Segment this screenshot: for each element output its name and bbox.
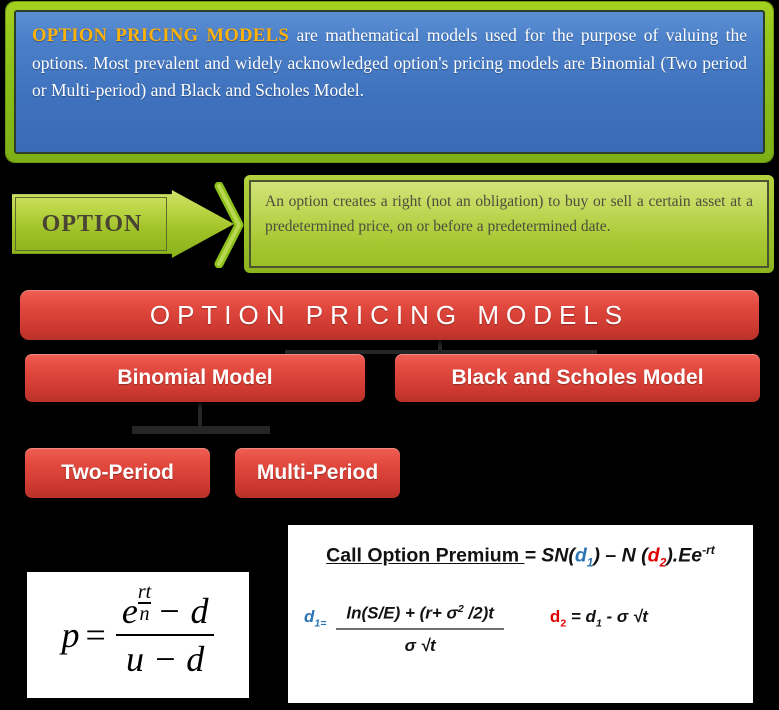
d1-d2-definitions-row: d1= ln(S/E) + (r+ σ2 /2)t σ √t d2 = d1 -… (304, 603, 737, 656)
premium-sn-term: SN( (541, 544, 575, 567)
option-arrow-shape: OPTION (12, 190, 234, 258)
d2-expression-tail: - σ √t (601, 607, 648, 627)
d1-fraction: ln(S/E) + (r+ σ2 /2)t σ √t (336, 603, 504, 656)
formula-equals-sign: = (85, 615, 106, 655)
call-option-premium-label: Call Option Premium (326, 544, 525, 567)
d2-label: d (549, 607, 561, 627)
d1-numerator-main: ln(S/E) + (r+ σ (346, 604, 458, 624)
connector-level2-horizontal (132, 426, 270, 434)
d1-numerator: ln(S/E) + (r+ σ2 /2)t (336, 603, 504, 628)
premium-d1-symbol: d (574, 544, 587, 567)
intro-paragraph: OPTION PRICING MODELS are mathematical m… (32, 22, 747, 104)
binomial-formula-panel: p = e rt n − d u − d (27, 572, 249, 698)
d1-numerator-tail: /2)t (463, 604, 494, 624)
premium-middle-term: ) – N ( (593, 544, 648, 567)
formula-minus-d: − d (157, 591, 209, 631)
connector-binomial-stem (198, 402, 202, 428)
intro-banner-frame: OPTION PRICING MODELS are mathematical m… (6, 2, 773, 162)
option-definition-row: OPTION An option creates a right (not an… (0, 170, 779, 280)
d1-label-group: d1= (304, 603, 326, 629)
premium-equals: = (524, 544, 542, 567)
binomial-formula: p = e rt n − d u − d (61, 582, 215, 680)
formula-e-symbol: e (121, 591, 138, 631)
option-callout-text: An option creates a right (not an obliga… (265, 193, 753, 235)
exponent-numerator: rt (137, 581, 152, 603)
node-two-period[interactable]: Two-Period (25, 448, 210, 498)
intro-banner-body: OPTION PRICING MODELS are mathematical m… (14, 10, 765, 154)
node-option-pricing-models[interactable]: OPTION PRICING MODELS (20, 290, 759, 340)
chevron-right-icon (213, 182, 245, 268)
option-callout-frame: An option creates a right (not an obliga… (244, 175, 774, 273)
d2-expression: = d (566, 607, 596, 627)
premium-d1-subscript: 1 (586, 555, 594, 570)
exponent-denominator: n (139, 602, 150, 625)
black-scholes-formula-panel: Call Option Premium = SN(d1) – N (d2).Ee… (288, 525, 753, 703)
binomial-fraction: e rt n − d u − d (115, 582, 215, 680)
premium-tail-term: ).Ee (666, 544, 703, 567)
diagram-canvas: OPTION PRICING MODELS are mathematical m… (0, 0, 779, 710)
d2-definition: d2 = d1 - σ √t (550, 603, 648, 629)
d1-equals: = (320, 617, 327, 630)
premium-d2-symbol: d (647, 544, 660, 567)
intro-highlight-term: OPTION PRICING MODELS (32, 26, 290, 46)
d1-label: d (304, 607, 315, 627)
node-binomial-model[interactable]: Binomial Model (25, 354, 365, 402)
formula-p-symbol: p (61, 615, 80, 655)
binomial-numerator: e rt n − d (116, 582, 215, 634)
option-pricing-models-flowchart: OPTION PRICING MODELS Binomial Model Bla… (0, 288, 779, 513)
call-option-premium-line: Call Option Premium = SN(d1) – N (d2).Ee… (304, 543, 737, 569)
exponent-fraction: rt n (137, 581, 152, 625)
option-callout-body: An option creates a right (not an obliga… (249, 180, 769, 268)
option-arrow-label: OPTION (41, 210, 143, 237)
binomial-denominator: u − d (126, 639, 205, 679)
premium-exponent: -rt (702, 543, 715, 557)
d1-definition: d1= ln(S/E) + (r+ σ2 /2)t σ √t (304, 603, 504, 656)
node-multi-period[interactable]: Multi-Period (235, 448, 400, 498)
node-black-scholes-model[interactable]: Black and Scholes Model (395, 354, 760, 402)
d1-denominator: σ √t (404, 636, 436, 656)
